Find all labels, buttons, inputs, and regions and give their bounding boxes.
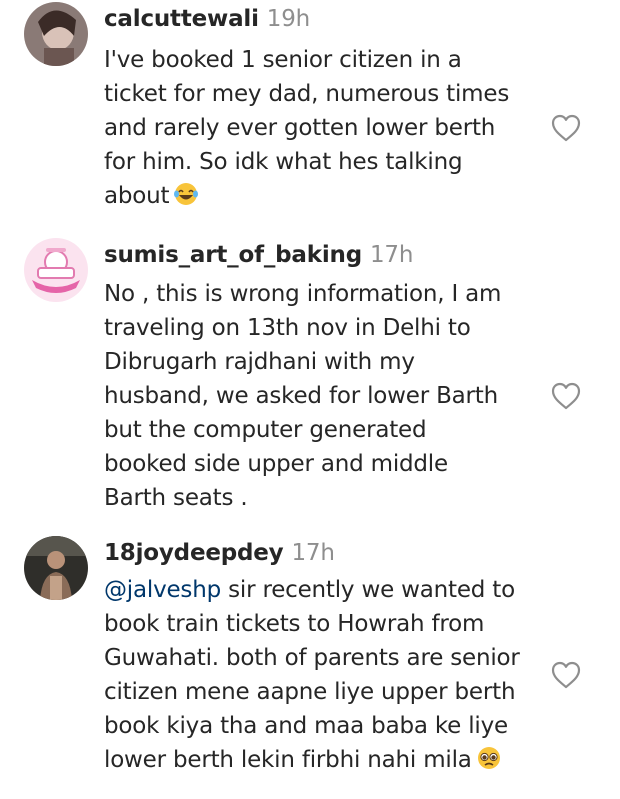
mention-link[interactable]: @jalveshp [104,577,221,603]
comment-item: 18joydeepdey 17h @jalveshp sir recently w… [0,534,620,799]
comment-line: about [104,179,544,217]
avatar[interactable] [24,238,88,302]
comment-line: book train tickets to Howrah from [104,611,485,637]
heart-outline-icon [551,382,581,410]
comment-line: lower berth lekin firbhi nahi mila [104,743,544,781]
comment-line: Barth seats . [104,485,248,511]
avatar[interactable] [24,2,88,66]
comment-author[interactable]: sumis_art_of_baking 17h [104,242,413,268]
comment-timestamp: 17h [291,540,335,566]
comment-text: @jalveshp sir recently we wanted to book… [104,573,544,781]
comment-timestamp: 17h [369,242,414,268]
heart-outline-icon [551,661,581,689]
comment-line: No , this is wrong information, I am [104,281,502,307]
like-button[interactable] [550,660,582,690]
comment-line: Dibrugarh rajdhani with my [104,349,415,375]
comment-line: Guwahati. both of parents are senior [104,645,520,671]
comment-line: book kiya tha and maa baba ke liye [104,713,508,739]
comment-line: husband, we asked for lower Barth [104,383,498,409]
heart-outline-icon [551,114,581,142]
comment-text: No , this is wrong information, I am tra… [104,277,544,515]
comment-text: I've booked 1 senior citizen in a ticket… [104,43,544,217]
comment-line: but the computer generated [104,417,427,443]
comment-line: citizen mene aapne liye upper berth [104,679,516,705]
comment-line: I've booked 1 senior citizen in a [104,47,462,73]
avatar[interactable] [24,536,88,600]
comment-line: and rarely ever gotten lower berth [104,115,496,141]
comment-item: calcuttewali 19h I've booked 1 senior cit… [0,0,620,230]
comment-line: ticket for mey dad, numerous times [104,81,510,107]
comment-author[interactable]: calcuttewali 19h [104,6,310,32]
comment-line: traveling on 13th nov in Delhi to [104,315,471,341]
comment-item: sumis_art_of_baking 17h No , this is wron… [0,236,620,526]
laughing-crying-emoji-icon [173,181,199,217]
comment-timestamp: 19h [266,6,311,32]
comment-line: for him. So idk what hes talking [104,149,463,175]
comment-line: booked side upper and middle [104,451,448,477]
comment-line: @jalveshp sir recently we wanted to [104,577,515,603]
like-button[interactable] [550,381,582,411]
pleading-face-emoji-icon [476,745,502,781]
comment-author[interactable]: 18joydeepdey 17h [104,540,335,566]
like-button[interactable] [550,113,582,143]
